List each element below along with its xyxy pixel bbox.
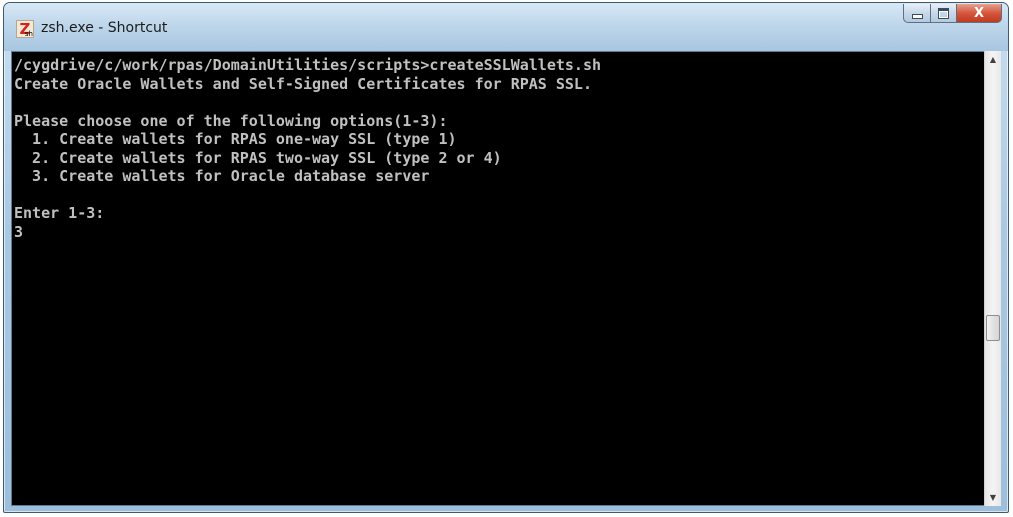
zsh-icon[interactable]: Z sh — [16, 20, 34, 38]
console-line: 1. Create wallets for RPAS one-way SSL (… — [14, 130, 457, 148]
window-title: zsh.exe - Shortcut — [41, 20, 168, 36]
console-output[interactable]: /cygdrive/c/work/rpas/DomainUtilities/sc… — [11, 51, 999, 506]
console-line: Create Oracle Wallets and Self-Signed Ce… — [14, 74, 592, 93]
arrow-up-icon: ▲ — [989, 55, 997, 64]
arrow-down-icon: ▼ — [989, 493, 997, 502]
console-line: Enter 1-3: — [14, 204, 105, 222]
scroll-up-button[interactable]: ▲ — [985, 51, 1001, 68]
console-line: 3. Create wallets for Oracle database se… — [14, 167, 430, 185]
zsh-icon-sub: sh — [24, 30, 33, 38]
minimize-icon — [911, 14, 923, 19]
console-text: /cygdrive/c/work/rpas/DomainUtilities/sc… — [14, 56, 601, 241]
scroll-down-button[interactable]: ▼ — [985, 489, 1001, 506]
console-window: Z sh zsh.exe - Shortcut X /cygdrive/c/wo… — [3, 2, 1009, 513]
console-input-line[interactable]: 3 — [14, 223, 601, 242]
scroll-thumb[interactable] — [986, 315, 1000, 341]
console-line: 2. Create wallets for RPAS two-way SSL (… — [14, 148, 502, 167]
minimize-button[interactable] — [903, 4, 930, 23]
maximize-button[interactable] — [930, 4, 957, 23]
close-button[interactable]: X — [957, 4, 1002, 23]
console-line: Please choose one of the following optio… — [14, 111, 448, 130]
vertical-scrollbar[interactable]: ▲ ▼ — [984, 51, 1001, 506]
caption-buttons: X — [903, 4, 1002, 24]
console-line: /cygdrive/c/work/rpas/DomainUtilities/sc… — [14, 56, 601, 74]
title-bar[interactable]: Z sh zsh.exe - Shortcut X — [4, 3, 1008, 51]
maximize-icon — [938, 7, 949, 19]
close-icon: X — [973, 5, 985, 21]
